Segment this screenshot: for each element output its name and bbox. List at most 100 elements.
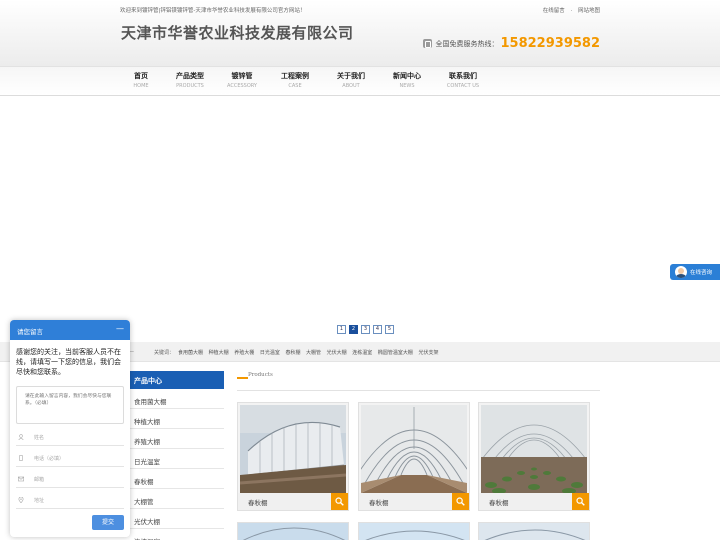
sidebar-item[interactable]: 日光温室: [128, 449, 224, 469]
banner-pager: 1 2 3 4 5: [337, 325, 397, 334]
keyword-link[interactable]: 春秋棚: [285, 350, 300, 356]
nav-label: 工程案例: [281, 72, 309, 80]
minimize-icon[interactable]: —: [116, 325, 124, 333]
submit-button[interactable]: 提交: [92, 515, 124, 530]
nav-label: 产品类型: [176, 72, 204, 80]
nav-label: 关于我们: [337, 72, 365, 80]
address-field[interactable]: 地址: [16, 492, 124, 509]
nav-products[interactable]: 产品类型 PRODUCTS: [162, 72, 218, 90]
link-separator: ·: [570, 8, 573, 14]
address-placeholder: 地址: [34, 498, 45, 504]
sidebar-item[interactable]: 春秋棚: [128, 469, 224, 489]
email-field[interactable]: 邮箱: [16, 471, 124, 488]
keyword-link[interactable]: 光伏大棚: [327, 350, 347, 356]
name-placeholder: 姓名: [34, 435, 45, 441]
pager-dot-active[interactable]: 2: [349, 325, 358, 334]
email-placeholder: 邮箱: [34, 477, 45, 483]
keyword-link[interactable]: 养殖大棚: [234, 350, 254, 356]
nav-sublabel: NEWS: [399, 83, 415, 89]
nav-sublabel: PRODUCTS: [176, 83, 204, 89]
nav-label: 首页: [134, 72, 148, 80]
keyword-link[interactable]: 食用菌大棚: [178, 350, 203, 356]
product-card[interactable]: [478, 522, 590, 540]
product-label: 春秋棚: [369, 499, 389, 507]
product-label: 春秋棚: [489, 499, 509, 507]
product-card[interactable]: 春秋棚: [358, 402, 470, 511]
product-photo: [481, 405, 587, 493]
person-icon: [18, 434, 24, 440]
nav-label: 新闻中心: [393, 72, 421, 80]
product-card[interactable]: [358, 522, 470, 540]
message-intro: 感谢您的关注，当前客服人员不在线，请填写一下您的信息，我们会尽快和您联系。: [16, 348, 121, 376]
nav-sublabel: ACCESSORY: [227, 83, 257, 89]
card-caption: 春秋棚: [359, 493, 469, 510]
phone-field[interactable]: 电话（必填）: [16, 450, 124, 467]
nav-home[interactable]: 首页 HOME: [113, 72, 169, 90]
keyword-link[interactable]: 种植大棚: [209, 350, 229, 356]
pager-dot[interactable]: 3: [361, 325, 370, 334]
hotline-number: 15822939582: [500, 36, 601, 51]
main-nav: 首页 HOME 产品类型 PRODUCTS 镀锌管 ACCESSORY 工程案例…: [0, 66, 720, 96]
sidebar-item[interactable]: 养殖大棚: [128, 429, 224, 449]
pager-dot[interactable]: 5: [385, 325, 394, 334]
search-icon[interactable]: [452, 493, 469, 510]
nav-accessory[interactable]: 镀锌管 ACCESSORY: [214, 72, 270, 90]
name-field[interactable]: 姓名: [16, 429, 124, 446]
product-card[interactable]: [237, 522, 349, 540]
message-form: 请您留言 — 感谢您的关注，当前客服人员不在线，请填写一下您的信息，我们会尽快和…: [10, 320, 130, 537]
nav-label: 镀锌管: [231, 72, 253, 80]
online-chat-button[interactable]: 在线咨询: [670, 264, 720, 280]
nav-sublabel: ABOUT: [342, 83, 360, 89]
message-form-header: 请您留言 —: [10, 320, 130, 340]
product-photo: [240, 405, 346, 493]
card-caption: 春秋棚: [238, 493, 348, 510]
nav-contact[interactable]: 联系我们 CONTACT US: [435, 72, 491, 90]
product-photo: [361, 405, 467, 493]
phone-icon: [19, 455, 23, 461]
mail-icon: [18, 476, 24, 482]
product-card[interactable]: 春秋棚: [237, 402, 349, 511]
heading-accent-line: [237, 377, 248, 379]
phone-placeholder: 电话（必填）: [34, 456, 65, 462]
nav-sublabel: HOME: [133, 83, 149, 89]
sidebar-title: 产品中心: [128, 371, 224, 389]
pager-dot[interactable]: 1: [337, 325, 346, 334]
hotline: 全国免费服务热线： 15822939582: [422, 36, 601, 51]
product-label: 春秋棚: [248, 499, 268, 507]
product-card[interactable]: 春秋棚: [478, 402, 590, 511]
sidebar-item[interactable]: 种植大棚: [128, 409, 224, 429]
phone-icon: [422, 39, 432, 48]
pager-dot[interactable]: 4: [373, 325, 382, 334]
sitemap-link[interactable]: 网站地图: [578, 8, 600, 14]
keyword-label: 关键词：: [154, 350, 175, 356]
nav-sublabel: CASE: [288, 83, 302, 89]
sidebar-item[interactable]: 食用菌大棚: [128, 389, 224, 409]
message-form-title: 请您留言: [17, 328, 43, 336]
keyword-list: 食用菌大棚 种植大棚 养殖大棚 日光温室 春秋棚 大棚管 光伏大棚 连栋温室 椭…: [178, 349, 443, 356]
nav-sublabel: CONTACT US: [446, 83, 480, 89]
location-icon: [18, 497, 24, 503]
keyword-link[interactable]: 日光温室: [260, 350, 280, 356]
nav-case[interactable]: 工程案例 CASE: [267, 72, 323, 90]
products-heading: Products: [237, 371, 600, 391]
banner-area: [0, 97, 720, 342]
keyword-link[interactable]: 椭圆管温室大棚: [378, 350, 413, 356]
nav-about[interactable]: 关于我们 ABOUT: [323, 72, 379, 90]
keyword-link[interactable]: 光伏支架: [418, 350, 438, 356]
card-caption: 春秋棚: [479, 493, 589, 510]
hotline-label: 全国免费服务热线：: [435, 39, 499, 48]
sidebar-item[interactable]: 大棚管: [128, 489, 224, 509]
search-icon[interactable]: [331, 493, 348, 510]
message-textarea[interactable]: [16, 386, 124, 424]
keyword-link[interactable]: 大棚管: [306, 350, 321, 356]
site-header: 欢迎来到镀锌管|锌铝镁镀锌管-天津市华誉农业科技发展有限公司官方网站！ 在线留言…: [0, 0, 720, 66]
company-name[interactable]: 天津市华誉农业科技发展有限公司: [121, 22, 354, 43]
sidebar-item[interactable]: 光伏大棚: [128, 509, 224, 529]
avatar: [675, 266, 687, 278]
top-links: 在线留言 · 网站地图: [539, 6, 600, 14]
search-icon[interactable]: [572, 493, 589, 510]
message-link[interactable]: 在线留言: [543, 8, 565, 14]
nav-news[interactable]: 新闻中心 NEWS: [379, 72, 435, 90]
keyword-link[interactable]: 连栋温室: [352, 350, 372, 356]
sidebar-item[interactable]: 连栋温室: [128, 529, 224, 540]
